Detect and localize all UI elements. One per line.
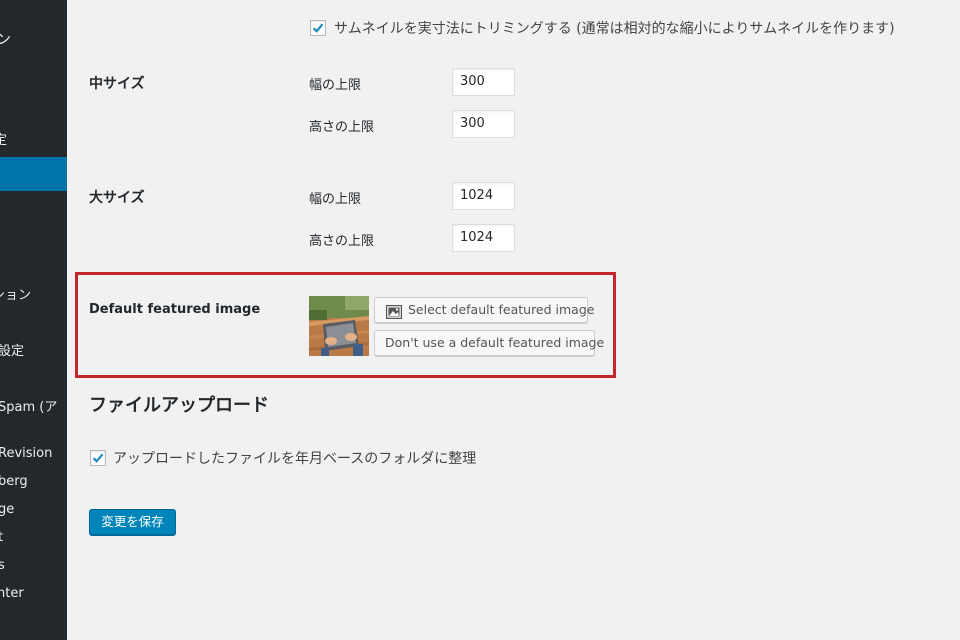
medium-width-input[interactable]: 300 [452, 68, 515, 96]
admin-sidebar: ン 定 ション 設定 Spam (ア Revision berg ge t s … [0, 0, 67, 640]
uploads-section-title: ファイルアップロード [89, 395, 269, 416]
crop-thumbnails-checkbox[interactable] [310, 20, 326, 36]
sidebar-item-spam[interactable]: Spam (ア [0, 393, 67, 423]
sidebar-item-ge[interactable]: ge [0, 495, 67, 525]
checkmark-icon [312, 23, 324, 33]
save-changes-button[interactable]: 変更を保存 [89, 509, 176, 535]
sidebar-item-label: 定 [0, 133, 8, 148]
sidebar-item-label: ge [0, 502, 15, 517]
sidebar-item-top[interactable]: ン [0, 24, 67, 54]
remove-default-featured-image-button[interactable]: Don't use a default featured image [374, 330, 604, 356]
default-featured-image-title: Default featured image [89, 302, 261, 317]
media-settings-form: サムネイルを実寸法にトリミングする (通常は相対的な縮小によりサムネイルを作りま… [67, 0, 960, 640]
medium-width-label: 幅の上限 [309, 78, 362, 93]
laptop-photo-thumbnail [309, 296, 369, 356]
sidebar-item-label: Spam (ア [0, 400, 58, 415]
large-height-label: 高さの上限 [309, 234, 375, 249]
default-featured-image-thumbnail [309, 296, 369, 356]
sidebar-item-media-active[interactable] [0, 157, 67, 191]
sidebar-item-label: s [0, 558, 5, 573]
organize-uploads-label: アップロードしたファイルを年月ベースのフォルダに整理 [113, 451, 477, 467]
large-width-input[interactable]: 1024 [452, 182, 515, 210]
large-size-title: 大サイズ [89, 190, 145, 206]
sidebar-item-t[interactable]: t [0, 523, 67, 553]
sidebar-item-revision[interactable]: Revision [0, 439, 67, 469]
medium-height-label: 高さの上限 [309, 120, 375, 135]
sidebar-item-label: ション [0, 288, 32, 303]
select-default-featured-image-label: Select default featured image [408, 302, 595, 317]
sidebar-item-label: berg [0, 474, 28, 489]
sidebar-item-s[interactable]: s [0, 551, 67, 581]
sidebar-item-discussion[interactable]: 定 [0, 126, 67, 156]
medium-height-input[interactable]: 300 [452, 110, 515, 138]
image-icon [385, 303, 403, 327]
select-default-featured-image-button[interactable]: Select default featured image [374, 297, 594, 323]
sidebar-item-label: 設定 [0, 344, 25, 359]
large-width-label: 幅の上限 [309, 192, 362, 207]
sidebar-item-center[interactable]: nter [0, 579, 67, 609]
checkmark-icon [92, 453, 104, 463]
sidebar-item-settings[interactable]: 設定 [0, 337, 67, 367]
sidebar-item-gutenberg[interactable]: berg [0, 467, 67, 497]
sidebar-item-label: nter [0, 586, 24, 601]
sidebar-item-label: Revision [0, 446, 53, 461]
crop-thumbnails-label: サムネイルを実寸法にトリミングする (通常は相対的な縮小によりサムネイルを作りま… [334, 21, 895, 37]
large-height-input[interactable]: 1024 [452, 224, 515, 252]
sidebar-item-label: t [0, 530, 4, 545]
sidebar-item-option[interactable]: ション [0, 281, 67, 311]
organize-uploads-checkbox[interactable] [90, 450, 106, 466]
medium-size-title: 中サイズ [89, 76, 145, 92]
sidebar-item-label: ン [0, 30, 12, 48]
